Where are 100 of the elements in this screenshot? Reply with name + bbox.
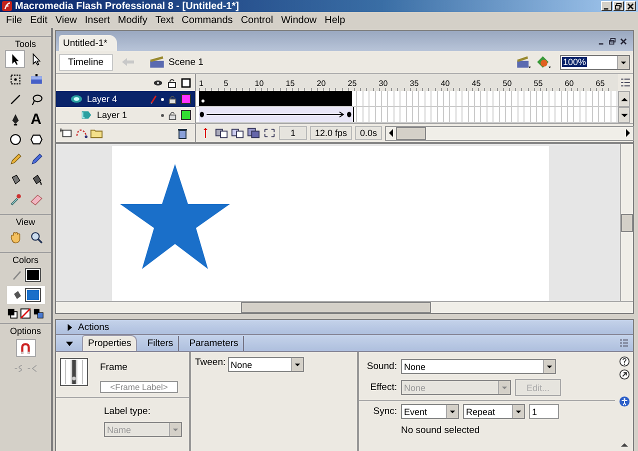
stroke-color-swatch[interactable]: [24, 268, 40, 282]
eraser-icon[interactable]: [30, 192, 42, 206]
trash-icon[interactable]: [176, 127, 189, 139]
visibility-dot[interactable]: [161, 98, 164, 100]
menu-item[interactable]: Control: [236, 14, 278, 26]
accessibility-icon[interactable]: [618, 396, 630, 407]
hand-icon[interactable]: [8, 230, 22, 244]
dropdown-arrow-icon: [501, 384, 508, 391]
frame-rate: 12.0 fps: [310, 126, 352, 140]
sound-dropdown[interactable]: None: [401, 359, 556, 374]
menu-item[interactable]: Window: [277, 14, 321, 26]
flash-logo-icon: [2, 1, 12, 11]
dropdown-arrow-icon: [546, 363, 553, 370]
folder-icon[interactable]: [90, 127, 103, 139]
oval-icon[interactable]: [8, 132, 22, 146]
menu-item[interactable]: Commands: [178, 14, 237, 26]
frame-number: 5: [224, 79, 230, 90]
menu-item[interactable]: Insert: [80, 14, 114, 26]
star-shape[interactable]: [120, 164, 230, 269]
menu-item[interactable]: Text: [151, 14, 178, 26]
repeat-dropdown[interactable]: Repeat: [463, 404, 525, 419]
collapse-arrow-icon[interactable]: [66, 340, 73, 346]
guide-layer-icon: [70, 94, 83, 104]
outline-icon[interactable]: [181, 78, 191, 88]
scroll-up-button[interactable]: [618, 91, 630, 107]
window-title: Macromedia Flash Professional 8 - [Untitled-1*]: [15, 0, 239, 12]
scroll-down-button[interactable]: [618, 107, 630, 123]
sync-dropdown[interactable]: Event: [401, 404, 459, 419]
brush-icon[interactable]: [30, 152, 42, 166]
add-guide-icon[interactable]: [75, 127, 88, 139]
frame-number: 35: [410, 79, 420, 90]
repeat-count-field[interactable]: 1: [529, 404, 559, 419]
panel-tab[interactable]: Filters: [142, 336, 180, 351]
zoom-icon[interactable]: [30, 230, 42, 244]
restore-button[interactable]: [613, 1, 624, 11]
swap-colors-icon[interactable]: [33, 308, 44, 319]
straighten-icon: [26, 363, 38, 374]
actions-panel-header[interactable]: Actions: [56, 320, 633, 335]
gradient-icon[interactable]: [30, 72, 42, 86]
no-color-icon[interactable]: [20, 308, 31, 319]
fill-color-swatch[interactable]: [24, 288, 40, 302]
motion-tween[interactable]: [199, 107, 354, 122]
help-icon[interactable]: [618, 356, 630, 367]
edit-arrow-icon[interactable]: [618, 369, 630, 380]
frame-number: 10: [254, 79, 265, 90]
scroll-thumb[interactable]: [396, 126, 426, 140]
layer-row[interactable]: Layer 4: [56, 91, 196, 107]
onion-outline-icon[interactable]: [231, 127, 244, 139]
transform-icon[interactable]: [8, 72, 22, 86]
onion-skin-icon[interactable]: [215, 127, 228, 139]
panel-tab[interactable]: Properties: [82, 335, 138, 351]
line-icon[interactable]: [8, 92, 22, 106]
stage-horizontal-scrollbar[interactable]: [56, 301, 633, 313]
visibility-dot[interactable]: [161, 114, 164, 116]
restore-icon: [615, 2, 622, 10]
edit-symbols-icon[interactable]: [536, 55, 552, 69]
menu-icon[interactable]: [619, 338, 629, 348]
close-icon[interactable]: [620, 38, 627, 44]
onion-markers-icon[interactable]: [263, 127, 276, 139]
minimize-button[interactable]: [601, 1, 612, 11]
edit-scene-icon[interactable]: [516, 55, 532, 69]
menu-item[interactable]: Edit: [26, 14, 52, 26]
restore-icon[interactable]: [609, 38, 616, 44]
timeline-button[interactable]: Timeline: [59, 54, 113, 70]
selected-tool-button[interactable]: [5, 50, 25, 68]
timeline-scrollbar[interactable]: [385, 126, 634, 140]
menu-item[interactable]: Modify: [114, 14, 152, 26]
menu-item[interactable]: View: [51, 14, 81, 26]
eyedropper-icon[interactable]: [8, 192, 22, 206]
edit-frames-icon[interactable]: [247, 127, 260, 139]
scroll-right-icon[interactable]: [625, 129, 631, 137]
lock-icon[interactable]: [168, 110, 177, 120]
close-button[interactable]: [625, 1, 636, 11]
document-tab[interactable]: Untitled-1*: [59, 35, 118, 51]
default-colors-icon[interactable]: [7, 308, 18, 319]
menu-item[interactable]: Help: [320, 14, 350, 26]
magnet-icon: [19, 342, 32, 354]
add-layer-icon[interactable]: [60, 127, 73, 139]
lasso-icon[interactable]: [30, 92, 42, 106]
panel-tab[interactable]: Parameters: [184, 336, 244, 351]
effect-label: Effect:: [369, 382, 397, 393]
pencil-icon[interactable]: [8, 152, 22, 166]
collapse-icon[interactable]: [620, 442, 628, 448]
zoom-dropdown[interactable]: 100%: [560, 54, 630, 70]
outline-color-swatch[interactable]: [181, 94, 191, 104]
frame-number: 25: [348, 79, 358, 90]
menu-item[interactable]: File: [2, 14, 26, 26]
polygon-icon[interactable]: [30, 132, 42, 146]
scene-label[interactable]: Scene 1: [168, 56, 204, 68]
lock-icon[interactable]: [168, 94, 177, 104]
lock-icon[interactable]: [167, 78, 177, 88]
outline-color-swatch[interactable]: [181, 110, 191, 120]
frame-label-field[interactable]: <Frame Label>: [100, 381, 178, 393]
tween-dropdown[interactable]: None: [228, 357, 304, 372]
menu-icon[interactable]: [620, 77, 631, 88]
text-tool[interactable]: A: [26, 110, 46, 128]
eye-icon[interactable]: [153, 78, 163, 88]
layer-row[interactable]: Layer 1: [56, 107, 196, 123]
snap-button[interactable]: [16, 339, 36, 357]
stage-vertical-scrollbar[interactable]: [620, 144, 633, 301]
